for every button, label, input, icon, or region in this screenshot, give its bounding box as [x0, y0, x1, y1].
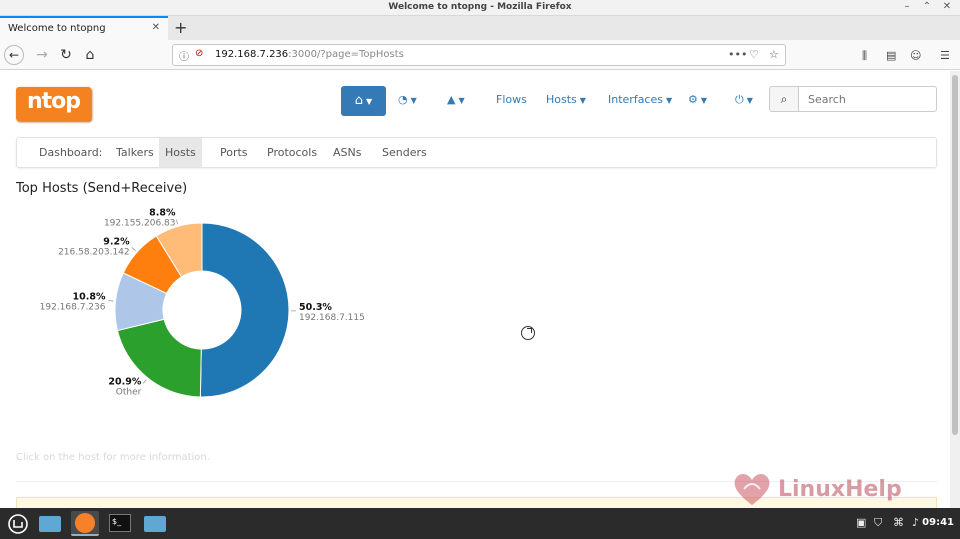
reload-icon[interactable]: ↻ — [56, 45, 76, 65]
folder-icon[interactable] — [141, 511, 169, 536]
firefox-taskbar-icon[interactable] — [71, 511, 99, 536]
subnav-ports[interactable]: Ports — [220, 138, 248, 167]
window-titlebar: Welcome to ntopng - Mozilla Firefox – ⌃ … — [0, 0, 960, 16]
loading-spinner-icon — [521, 326, 535, 340]
page-content: ntop ⌂ ▼ ◔ ▼ ▲ ▼ Flows Hosts ▼ Interfaces ▼ ⚙… — [0, 71, 950, 508]
page-scrollbar[interactable] — [950, 71, 960, 508]
slice-host-label[interactable]: Other — [116, 388, 142, 398]
warning-icon: ▲ — [447, 93, 456, 106]
power-icon: ⏻ — [735, 93, 744, 106]
shield-tray-icon[interactable]: ⛉ — [874, 516, 882, 530]
gauge-icon: ◔ — [398, 93, 408, 106]
url-host: 192.168.7.236 — [215, 49, 289, 60]
slice-leader-line — [142, 379, 147, 384]
start-menu-icon[interactable] — [4, 511, 32, 536]
subnav-hosts[interactable]: Hosts — [159, 138, 202, 167]
slice-percent-label: 8.8% — [149, 208, 176, 219]
search-input[interactable] — [798, 86, 937, 112]
power-menu[interactable]: ⏻ ▼ — [735, 93, 753, 107]
caret-down-icon: ▼ — [700, 96, 708, 105]
section-title: Top Hosts (Send+Receive) — [16, 181, 188, 196]
volume-tray-icon[interactable]: ♪ — [912, 516, 919, 529]
ntop-logo[interactable]: ntop — [16, 87, 91, 121]
settings-menu[interactable]: ⚙ ▼ — [688, 93, 707, 106]
taskbar-clock[interactable]: 09:41 — [922, 517, 954, 528]
slice-percent-label: 10.8% — [73, 291, 106, 302]
logo-text: ntop — [26, 89, 81, 114]
url-path: :3000/?page=TopHosts — [288, 49, 404, 60]
slice-percent-label: 9.2% — [103, 236, 130, 247]
terminal-icon[interactable]: $_ — [106, 511, 134, 536]
slice-host-label[interactable]: 192.168.7.115 — [299, 313, 365, 323]
browser-tab[interactable]: Welcome to ntopng ✕ — [0, 16, 168, 40]
slice-host-label[interactable]: 216.58.203.142 — [58, 247, 130, 257]
dashboard-subnav: Dashboard: Talkers Hosts Ports Protocols… — [16, 137, 937, 168]
close-window-icon[interactable]: ✕ — [940, 1, 954, 12]
subnav-asns[interactable]: ASNs — [333, 138, 361, 167]
sidebar-icon[interactable]: ▤ — [886, 49, 896, 62]
slice-percent-label: 50.3% — [299, 302, 332, 313]
slice-host-label[interactable]: 192.168.7.236 — [40, 302, 106, 312]
new-tab-icon[interactable]: + — [174, 18, 187, 37]
subnav-talkers[interactable]: Talkers — [116, 138, 154, 167]
donut-slice[interactable] — [199, 222, 290, 398]
slice-leader-line — [131, 247, 136, 252]
navigation-bar: ← → ↻ ⌂ ⓘ ⊘ 192.168.7.236:3000/?page=Top… — [0, 40, 960, 70]
library-icon[interactable]: ⫼ — [862, 49, 867, 63]
network-tray-icon[interactable]: ⌘ — [893, 516, 904, 529]
bookmark-star-icon[interactable]: ☆ — [769, 48, 779, 61]
gear-icon: ⚙ — [688, 93, 698, 106]
hosts-menu[interactable]: Hosts ▼ — [546, 93, 586, 106]
account-icon[interactable]: ☺ — [910, 49, 921, 62]
search-group: ⌕ — [769, 86, 937, 112]
caret-down-icon: ▼ — [665, 96, 673, 105]
back-arrow-icon[interactable]: ← — [4, 45, 24, 65]
hosts-label: Hosts — [546, 93, 577, 106]
tab-strip: Welcome to ntopng ✕ + — [0, 16, 960, 40]
subnav-dashboard-label: Dashboard: — [39, 146, 103, 159]
home-icon: ⌂ — [354, 93, 364, 108]
insecure-lock-icon[interactable]: ⊘ — [195, 48, 203, 59]
taskbar: $_ ▣ ⛉ ⌘ ♪ 09:41 — [0, 508, 960, 539]
tab-close-icon[interactable]: ✕ — [152, 22, 160, 33]
interfaces-label: Interfaces — [608, 93, 663, 106]
home-menu-button[interactable]: ⌂ ▼ — [341, 86, 386, 116]
hint-text: Click on the host for more information. — [16, 452, 210, 463]
pocket-icon[interactable]: ♡ — [749, 48, 759, 61]
tab-title: Welcome to ntopng — [8, 23, 106, 34]
scrollbar-thumb[interactable] — [952, 75, 958, 435]
clipboard-tray-icon[interactable]: ▣ — [856, 516, 866, 529]
caret-down-icon: ▼ — [458, 96, 465, 105]
slice-leader-line — [175, 219, 179, 225]
watermark-text: LinuxHelp — [778, 477, 902, 502]
alerts-menu[interactable]: ▲ ▼ — [447, 93, 465, 106]
linuxhelp-logo-icon — [734, 474, 770, 505]
page-actions-icon[interactable]: ••• — [728, 48, 747, 61]
maximize-icon[interactable]: ⌃ — [920, 1, 934, 12]
interfaces-menu[interactable]: Interfaces ▼ — [608, 93, 672, 106]
slice-leader-line — [108, 300, 114, 302]
slice-host-label[interactable]: 192.155.206.83 — [104, 219, 176, 229]
slice-percent-label: 20.9% — [108, 377, 141, 388]
dashboard-menu[interactable]: ◔ ▼ — [398, 93, 417, 106]
search-icon[interactable]: ⌕ — [769, 86, 799, 112]
top-hosts-donut-chart: 50.3%192.168.7.115 20.9%Other 10.8%192.168… — [40, 208, 365, 398]
file-manager-icon[interactable] — [36, 511, 64, 536]
url-text: 192.168.7.236:3000/?page=TopHosts — [215, 49, 404, 60]
subnav-protocols[interactable]: Protocols — [267, 138, 317, 167]
home-icon[interactable]: ⌂ — [80, 45, 100, 65]
caret-down-icon: ▼ — [366, 97, 373, 106]
linuxhelp-watermark: LinuxHelp — [730, 469, 930, 508]
minimize-icon[interactable]: – — [900, 1, 914, 12]
caret-down-icon: ▼ — [579, 96, 586, 105]
info-icon[interactable]: ⓘ — [179, 48, 189, 63]
menu-icon[interactable]: ☰ — [940, 49, 950, 62]
forward-arrow-icon[interactable]: → — [32, 45, 52, 65]
window-title: Welcome to ntopng - Mozilla Firefox — [388, 2, 572, 12]
flows-link[interactable]: Flows — [496, 93, 527, 106]
caret-down-icon: ▼ — [410, 96, 417, 105]
subnav-senders[interactable]: Senders — [382, 138, 427, 167]
url-bar[interactable]: ⓘ ⊘ 192.168.7.236:3000/?page=TopHosts ••… — [172, 44, 786, 66]
caret-down-icon: ▼ — [746, 96, 753, 105]
